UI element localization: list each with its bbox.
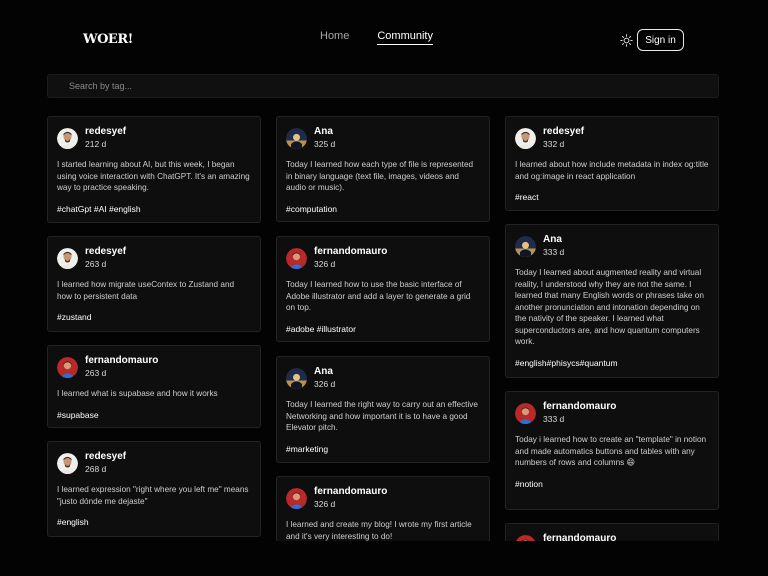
post-text: Today I learned how to use the basic int… [286, 280, 471, 312]
post-card[interactable]: redesyef 268 d I learned expression "right… [47, 441, 261, 537]
post-meta: fernandomauro 326 d [314, 487, 387, 509]
post-tags[interactable]: #adobe #illustrator [286, 324, 480, 334]
post-username[interactable]: fernandomauro [314, 247, 387, 257]
post-age: 263 d [85, 259, 107, 269]
post-card[interactable]: Ana 325 d Today I learned how each type of… [276, 116, 490, 222]
avatar[interactable] [515, 403, 536, 424]
post-meta: fernandomauro [543, 534, 616, 542]
post-tags[interactable]: #zustand [57, 312, 251, 322]
post-meta: redesyef 263 d [85, 247, 126, 269]
post-age: 212 d [85, 139, 107, 149]
post-header: redesyef 212 d [57, 127, 251, 149]
post-text: I learned and create my blog! I wrote my… [286, 520, 472, 541]
post-username[interactable]: fernandomauro [314, 487, 387, 497]
avatar[interactable] [515, 128, 536, 149]
post-card[interactable]: fernandomauro 263 d I learned what is supa… [47, 345, 261, 428]
post-username[interactable]: fernandomauro [85, 356, 158, 366]
post-age: 325 d [314, 139, 336, 149]
post-text: Today i learned how to create an "templa… [515, 435, 707, 467]
post-username[interactable]: redesyef [85, 452, 126, 462]
avatar[interactable] [57, 128, 78, 149]
post-meta: redesyef 212 d [85, 127, 126, 149]
avatar[interactable] [286, 248, 307, 269]
post-header: fernandomauro 263 d [57, 356, 251, 378]
post-meta: redesyef 268 d [85, 452, 126, 474]
post-card[interactable]: Ana 333 d Today I learned about augmented … [505, 224, 719, 378]
post-username[interactable]: Ana [314, 367, 335, 377]
post-text: Today I learned the right way to carry o… [286, 400, 478, 432]
post-username[interactable]: Ana [314, 127, 335, 137]
avatar[interactable] [57, 248, 78, 269]
post-header: Ana 326 d [286, 367, 480, 389]
post-age: 326 d [314, 259, 336, 269]
post-meta: Ana 333 d [543, 235, 564, 257]
post-feed: redesyef 212 d I started learning about AI… [0, 0, 768, 541]
post-card[interactable]: redesyef 212 d I started learning about AI… [47, 116, 261, 223]
post-tags[interactable]: #computation [286, 204, 480, 214]
post-header: redesyef 332 d [515, 127, 709, 149]
post-card[interactable]: Ana 326 d Today I learned the right way to… [276, 356, 490, 463]
post-header: fernandomauro 333 d [515, 402, 709, 424]
post-username[interactable]: redesyef [85, 127, 126, 137]
avatar[interactable] [57, 453, 78, 474]
post-text: I learned how migrate useContex to Zusta… [57, 280, 235, 301]
post-tags[interactable]: #marketing [286, 444, 480, 454]
post-meta: redesyef 332 d [543, 127, 584, 149]
avatar[interactable] [57, 357, 78, 378]
post-meta: fernandomauro 326 d [314, 247, 387, 269]
post-tags[interactable]: #english [57, 517, 251, 527]
post-username[interactable]: Ana [543, 235, 564, 245]
post-card[interactable]: redesyef 263 d I learned how migrate useCo… [47, 236, 261, 332]
post-text: I started learning about AI, but this we… [57, 160, 250, 192]
post-age: 333 d [543, 247, 565, 257]
post-username[interactable]: redesyef [85, 247, 126, 257]
avatar[interactable] [286, 488, 307, 509]
post-card[interactable]: fernandomauro 326 d I learned and create m… [276, 476, 490, 541]
post-username[interactable]: redesyef [543, 127, 584, 137]
post-header: fernandomauro 326 d [286, 247, 480, 269]
post-age: 333 d [543, 414, 565, 424]
post-text: Today I learned how each type of file is… [286, 160, 474, 192]
post-header: Ana 333 d [515, 235, 709, 257]
post-header: redesyef 263 d [57, 247, 251, 269]
post-age: 263 d [85, 368, 107, 378]
post-meta: Ana 326 d [314, 367, 335, 389]
post-card[interactable]: fernandomauro 333 d Today i learned how to… [505, 391, 719, 510]
avatar[interactable] [515, 236, 536, 257]
post-text: I learned about how include metadata in … [515, 160, 709, 181]
avatar[interactable] [286, 368, 307, 389]
post-age: 268 d [85, 464, 107, 474]
post-text: I learned what is supabase and how it wo… [57, 389, 218, 398]
post-card[interactable]: redesyef 332 d I learned about how include… [505, 116, 719, 211]
post-header: fernandomauro [515, 534, 709, 541]
post-text: Today I learned about augmented reality … [515, 268, 704, 346]
avatar[interactable] [515, 535, 536, 541]
post-tags[interactable]: #chatGpt #AI #english [57, 204, 251, 214]
post-tags[interactable]: #english#phisycs#quantum [515, 358, 709, 368]
post-text: I learned expression "right where you le… [57, 485, 249, 506]
post-age: 332 d [543, 139, 565, 149]
avatar[interactable] [286, 128, 307, 149]
post-tags[interactable]: #react [515, 192, 709, 202]
post-meta: fernandomauro 263 d [85, 356, 158, 378]
post-header: fernandomauro 326 d [286, 487, 480, 509]
post-header: redesyef 268 d [57, 452, 251, 474]
post-age: 326 d [314, 499, 336, 509]
post-username[interactable]: fernandomauro [543, 534, 616, 542]
post-age: 326 d [314, 379, 336, 389]
post-card[interactable]: fernandomauro [505, 523, 719, 541]
post-meta: Ana 325 d [314, 127, 335, 149]
post-username[interactable]: fernandomauro [543, 402, 616, 412]
post-card[interactable]: fernandomauro 326 d Today I learned how to… [276, 236, 490, 342]
post-header: Ana 325 d [286, 127, 480, 149]
post-meta: fernandomauro 333 d [543, 402, 616, 424]
post-tags[interactable]: #notion [515, 479, 709, 489]
post-tags[interactable]: #supabase [57, 410, 251, 420]
